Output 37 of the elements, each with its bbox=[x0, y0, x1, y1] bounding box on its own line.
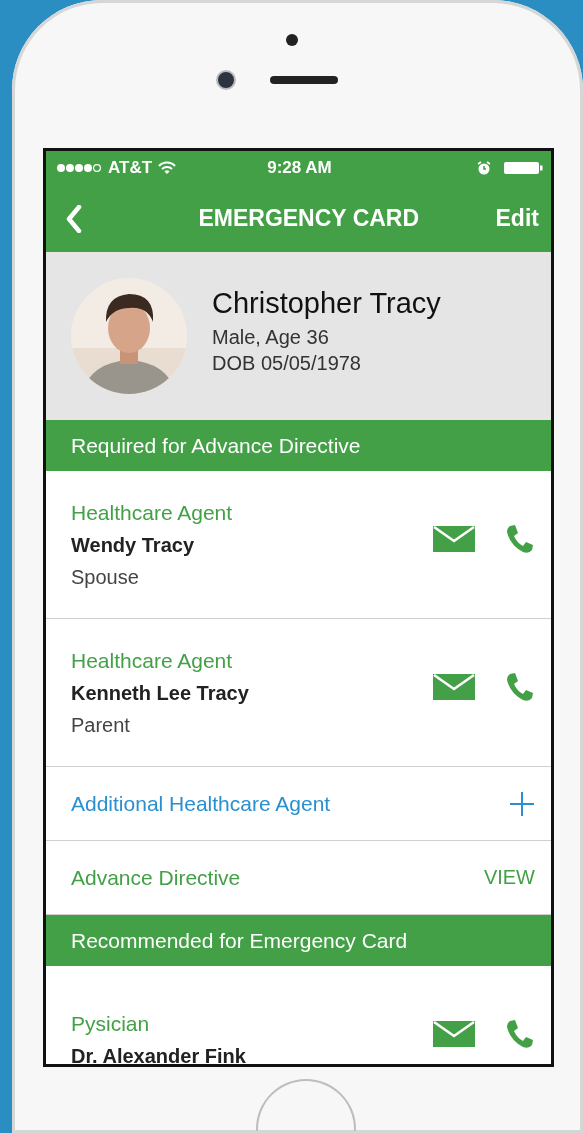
relation-label: Spouse bbox=[71, 565, 140, 589]
contact-name: Kenneth Lee Tracy bbox=[71, 681, 249, 705]
contact-name: Dr. Alexander Fink bbox=[71, 1045, 246, 1064]
carrier-name: AT&T bbox=[108, 158, 153, 178]
alarm-icon bbox=[477, 161, 491, 175]
mail-icon[interactable] bbox=[433, 1021, 475, 1047]
plus-icon bbox=[509, 790, 535, 817]
camera-lens bbox=[216, 70, 236, 90]
phone-icon[interactable] bbox=[505, 523, 535, 554]
phone-icon[interactable] bbox=[505, 671, 535, 702]
patient-name: Christopher Tracy bbox=[212, 286, 441, 320]
mail-icon[interactable] bbox=[433, 673, 475, 700]
relation-label: Parent bbox=[71, 713, 131, 737]
chevron-left-icon bbox=[66, 204, 82, 233]
section-header: Required for Advance Directive bbox=[46, 420, 551, 471]
sensor-dot bbox=[286, 34, 298, 46]
wifi-icon bbox=[158, 161, 177, 175]
view-button[interactable]: VIEW bbox=[483, 866, 535, 889]
patient-detail: DOB 05/05/1978 bbox=[212, 350, 362, 376]
add-label: Additional Healthcare Agent bbox=[71, 791, 331, 816]
contact-name: Wendy Tracy bbox=[71, 533, 196, 557]
phone-icon[interactable] bbox=[505, 1019, 535, 1049]
signal-icon bbox=[56, 163, 102, 173]
home-button[interactable] bbox=[256, 1079, 356, 1131]
section-header: Recommended for Emergency Card bbox=[46, 915, 551, 966]
add-row[interactable]: Additional Healthcare Agent bbox=[46, 767, 551, 841]
status-time: 9:28 AM bbox=[267, 158, 332, 178]
speaker-grille bbox=[270, 76, 338, 84]
battery-icon bbox=[503, 161, 543, 175]
role-label: Healthcare Agent bbox=[71, 648, 234, 673]
role-label: Pysician bbox=[71, 1012, 151, 1036]
role-label: Healthcare Agent bbox=[71, 500, 233, 525]
document-label: Advance Directive bbox=[71, 865, 241, 890]
edit-button[interactable]: Edit bbox=[489, 201, 545, 236]
mail-icon[interactable] bbox=[433, 525, 475, 552]
patient-detail: Male, Age 36 bbox=[212, 324, 330, 350]
screen-title: EMERGENCY CARD bbox=[198, 205, 420, 232]
